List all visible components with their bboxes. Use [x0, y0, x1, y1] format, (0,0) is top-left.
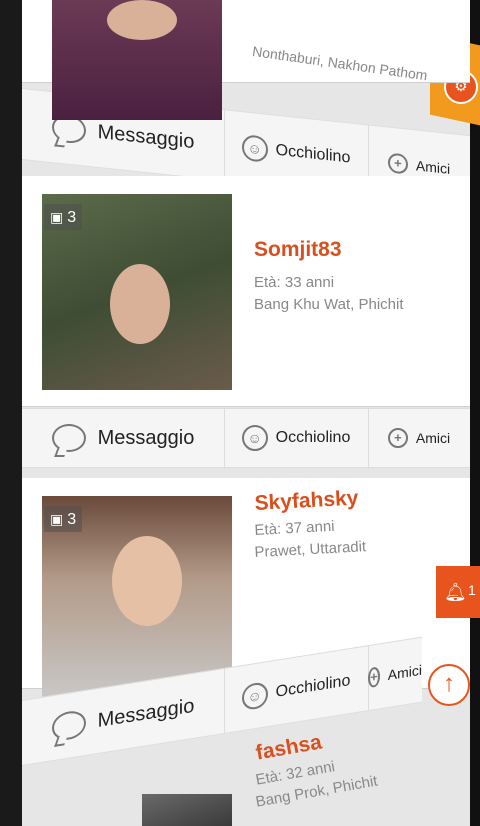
profile-card: ▣ 3 Somjit83 Età: 33 anni Bang Khu Wat, P…: [22, 176, 470, 407]
profile-photo[interactable]: ▣ 3: [42, 194, 232, 390]
add-friend-button[interactable]: + Amici: [368, 638, 422, 711]
smile-icon: ☺: [241, 681, 268, 712]
profile-card: Nonthaburi, Nakhon Pathom: [22, 0, 470, 120]
photo-count-badge: ▣ 3: [44, 204, 83, 230]
plus-icon: +: [368, 666, 380, 689]
profile-name[interactable]: Skyfahsky: [254, 487, 359, 516]
bell-icon: 🔔︎: [444, 582, 467, 602]
wink-button[interactable]: ☺ Occhiolino: [224, 409, 369, 467]
camera-icon: ▣: [50, 209, 64, 225]
profile-card: fashsa Età: 32 anni Bang Prok, Phichit: [22, 720, 470, 826]
smile-icon: ☺: [241, 425, 268, 451]
smile-icon: ☺: [241, 134, 268, 163]
profile-age: Età: 33 anni: [254, 274, 335, 291]
face: [110, 264, 170, 344]
add-friend-button[interactable]: + Amici: [368, 409, 470, 467]
background-edge: [0, 0, 22, 826]
profile-photo[interactable]: [142, 794, 232, 826]
plus-icon: +: [387, 152, 408, 175]
face: [112, 536, 182, 626]
photo-count-badge: ▣ 3: [44, 506, 83, 532]
profile-location: Prawet, Uttaradit: [254, 538, 367, 561]
face: [107, 0, 177, 40]
scroll-up-button[interactable]: ↑: [428, 664, 470, 706]
notifications-button[interactable]: 🔔︎ 1: [436, 566, 480, 618]
profile-location: Nonthaburi, Nakhon Pathom: [251, 42, 429, 84]
plus-icon: +: [387, 428, 408, 448]
profile-photo[interactable]: [52, 0, 222, 120]
camera-icon: ▣: [50, 511, 64, 527]
profile-name[interactable]: Somjit83: [254, 238, 342, 262]
profile-location: Bang Khu Wat, Phichit: [254, 296, 404, 313]
chat-icon: [51, 424, 86, 452]
notification-count: 1: [468, 582, 476, 598]
card-actions: Messaggio ☺ Occhiolino + Amici: [22, 408, 470, 468]
message-button[interactable]: Messaggio: [22, 409, 225, 467]
